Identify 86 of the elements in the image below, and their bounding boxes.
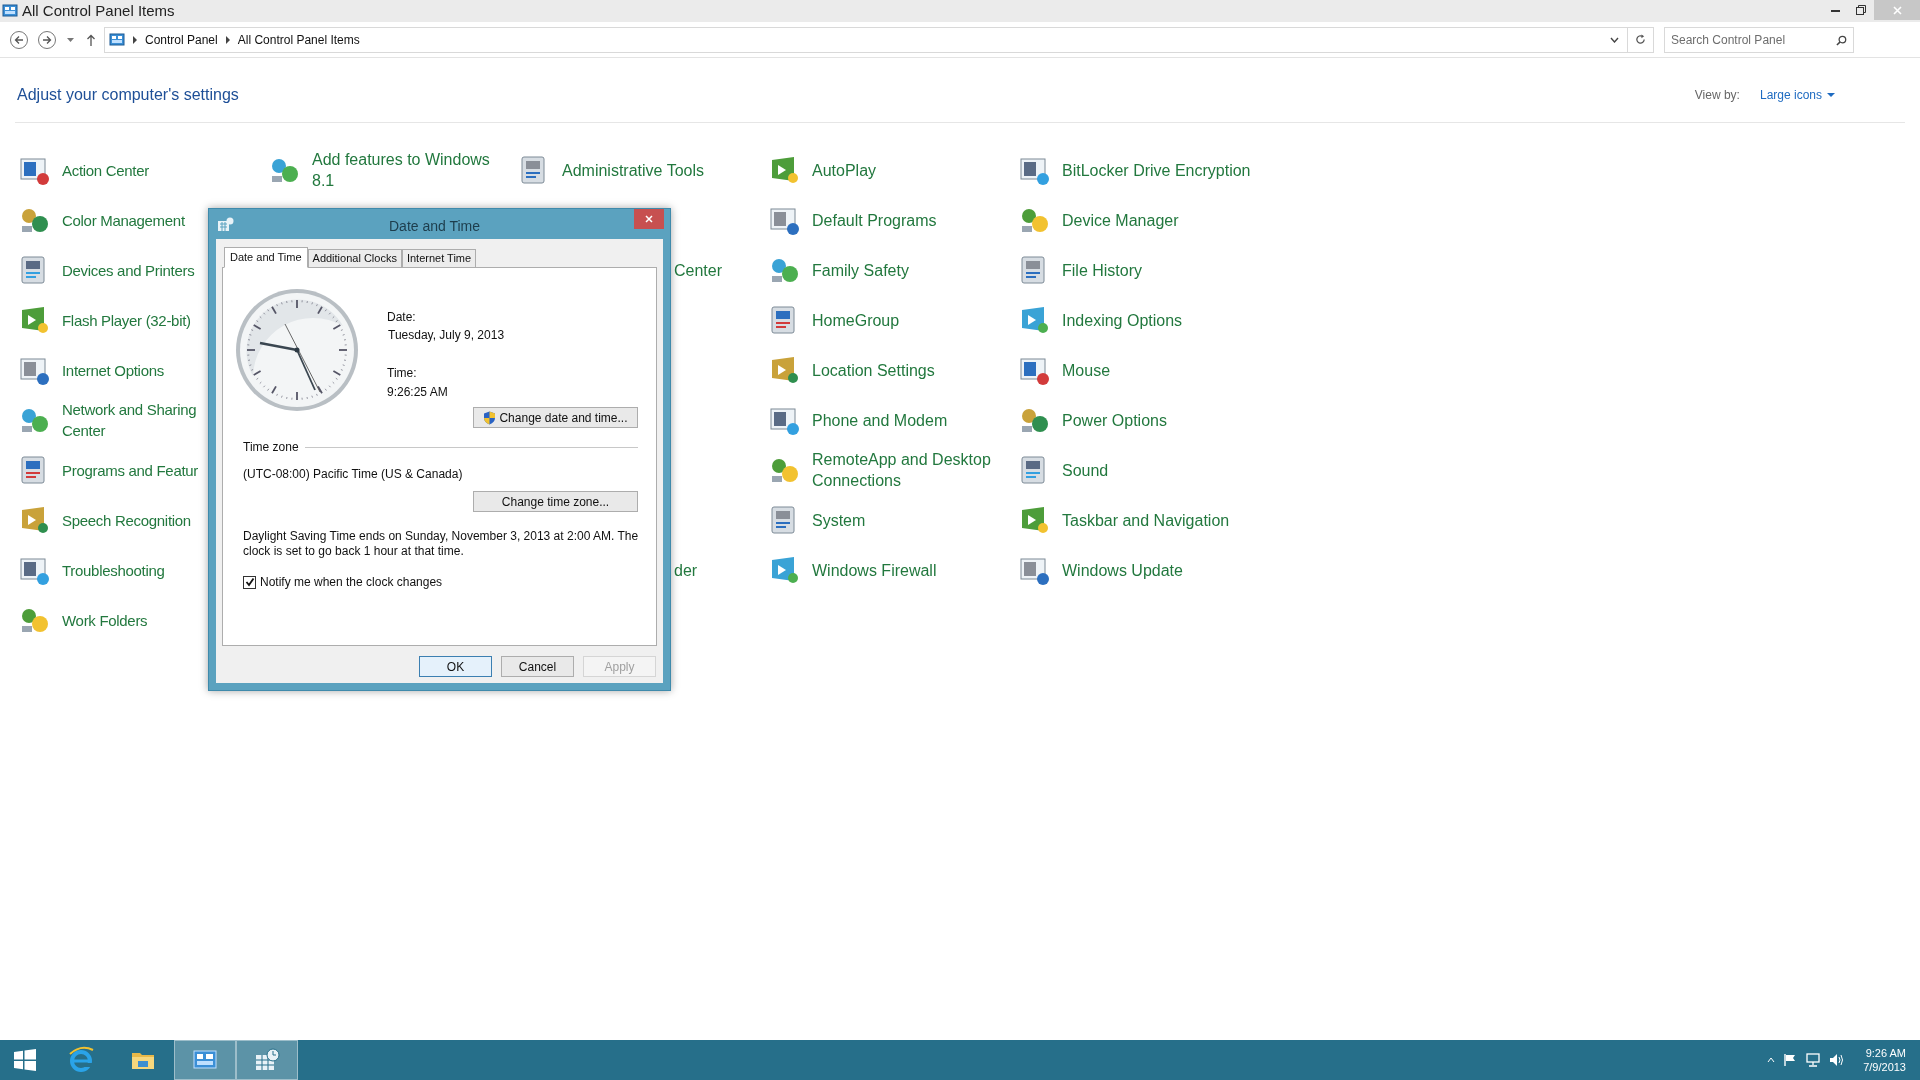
refresh-icon[interactable]	[1635, 34, 1646, 45]
taskbar-button[interactable]	[174, 1040, 236, 1080]
applet-link[interactable]: File History	[1062, 259, 1142, 281]
dialog-tab[interactable]: Date and Time	[224, 247, 308, 268]
applet-link[interactable]: Location Settings	[812, 359, 935, 381]
date-value: Tuesday, July 9, 2013	[388, 327, 505, 344]
back-arrow-icon	[14, 34, 24, 45]
applet-link[interactable]: Family Safety	[812, 259, 909, 281]
change-time-zone-button[interactable]: Change time zone...	[473, 491, 638, 512]
applet-link[interactable]: AutoPlay	[812, 159, 877, 181]
clock-time: 9:26 AM	[1865, 1046, 1906, 1060]
applet-link[interactable]: Phone and Modem	[812, 409, 948, 431]
close-icon	[1892, 5, 1902, 15]
up-arrow-icon	[86, 33, 96, 46]
change-date-time-button[interactable]: Change date and time...	[473, 407, 638, 428]
clock-calendar-icon	[218, 217, 234, 231]
applet-link[interactable]: Programs and Featur	[62, 459, 199, 481]
applet-link[interactable]: Windows Firewall	[812, 559, 937, 581]
applet-link[interactable]: Work Folders	[62, 609, 148, 631]
minimize-icon	[1830, 8, 1840, 12]
search-icon	[1836, 34, 1847, 46]
applet-link[interactable]: Windows Update	[1062, 559, 1183, 581]
notify-label: Notify me when the clock changes	[260, 574, 443, 591]
close-icon	[645, 215, 653, 223]
applet-link[interactable]: RemoteApp and Desktop Connections	[812, 449, 1002, 491]
taskbar-button[interactable]	[236, 1040, 298, 1080]
control-panel-icon	[2, 3, 18, 19]
time-zone-value: (UTC-08:00) Pacific Time (US & Canada)	[243, 466, 463, 483]
close-button[interactable]	[634, 209, 664, 229]
browser-icon	[67, 1046, 95, 1074]
show-hidden-icons-icon[interactable]	[1767, 1057, 1776, 1063]
view-by-dropdown[interactable]: Large icons	[1759, 86, 1835, 104]
applet-link[interactable]: System	[812, 509, 866, 531]
applet-link[interactable]: Default Programs	[812, 209, 937, 231]
caret-icon	[66, 37, 74, 42]
dialog-button[interactable]: Cancel	[501, 656, 574, 677]
applet-link[interactable]: Device Manager	[1062, 209, 1179, 231]
window-title: All Control Panel Items	[22, 0, 175, 21]
applet-link[interactable]: Flash Player (32-bit)	[62, 309, 191, 331]
dialog-tab[interactable]: Internet Time	[401, 249, 477, 267]
breadcrumb-separator-icon[interactable]	[225, 35, 230, 44]
time-label: Time:	[387, 365, 417, 382]
time-zone-heading: Time zone	[243, 439, 300, 456]
date-label: Date:	[387, 309, 416, 326]
restore-icon	[1856, 5, 1866, 15]
applet-link[interactable]: Administrative Tools	[562, 159, 704, 181]
applet-link[interactable]: Power Options	[1062, 409, 1167, 431]
applet-link[interactable]: Indexing Options	[1062, 309, 1183, 331]
search-field[interactable]: Search Control Panel	[1664, 26, 1854, 53]
applet-link[interactable]: Center	[674, 259, 723, 281]
time-value: 9:26:25 AM	[387, 384, 448, 401]
view-by-label: View by:	[1694, 87, 1740, 104]
applet-link[interactable]: Devices and Printers	[62, 259, 195, 281]
network-icon[interactable]	[1805, 1053, 1822, 1067]
applet-link[interactable]: Mouse	[1062, 359, 1111, 381]
applet-link[interactable]: Color Management	[62, 209, 185, 231]
taskbar-clock[interactable]: 9:26 AM 7/9/2013	[1863, 1046, 1906, 1074]
daylight-saving-note: Daylight Saving Time ends on Sunday, November 3, 2013 at 2:00 AM. The clock is set to go back 1 hour at that time.	[243, 529, 640, 559]
dropdown-chevron-icon[interactable]	[1610, 36, 1619, 43]
speaker-icon[interactable]	[1829, 1053, 1846, 1067]
windows-logo-icon	[13, 1048, 37, 1072]
applet-link[interactable]: Network and Sharing Center	[62, 399, 204, 441]
applet-link[interactable]: Troubleshooting	[62, 559, 165, 581]
dialog-title: Date and Time	[389, 217, 481, 236]
applet-link[interactable]: Sound	[1062, 459, 1109, 481]
applet-link[interactable]: Taskbar and Navigation	[1062, 509, 1230, 531]
applet-link[interactable]: Speech Recognition	[62, 509, 191, 531]
applet-link[interactable]: Add features to Windows 8.1	[312, 149, 502, 191]
breadcrumb-link[interactable]: Control Panel	[145, 30, 218, 49]
breadcrumb-link[interactable]: All Control Panel Items	[237, 30, 360, 49]
applet-link[interactable]: BitLocker Drive Encryption	[1062, 159, 1251, 181]
forward-arrow-icon	[42, 34, 52, 45]
control-panel-icon	[109, 31, 125, 48]
breadcrumb-separator-icon[interactable]	[133, 35, 137, 44]
applet-link[interactable]: HomeGroup	[812, 309, 900, 331]
page-heading: Adjust your computer's settings	[17, 85, 239, 105]
flag-icon[interactable]	[1783, 1053, 1798, 1067]
applet-link[interactable]: Internet Options	[62, 359, 164, 381]
clock-date: 7/9/2013	[1863, 1060, 1906, 1074]
notify-checkbox[interactable]	[243, 575, 256, 589]
applet-link[interactable]: der	[674, 559, 698, 581]
shield-icon	[483, 410, 497, 425]
dialog-tab[interactable]: Additional Clocks	[307, 249, 402, 267]
dropdown-caret-icon	[1827, 93, 1835, 97]
dialog-button[interactable]: OK	[419, 656, 492, 677]
applet-link[interactable]: Action Center	[62, 159, 149, 181]
